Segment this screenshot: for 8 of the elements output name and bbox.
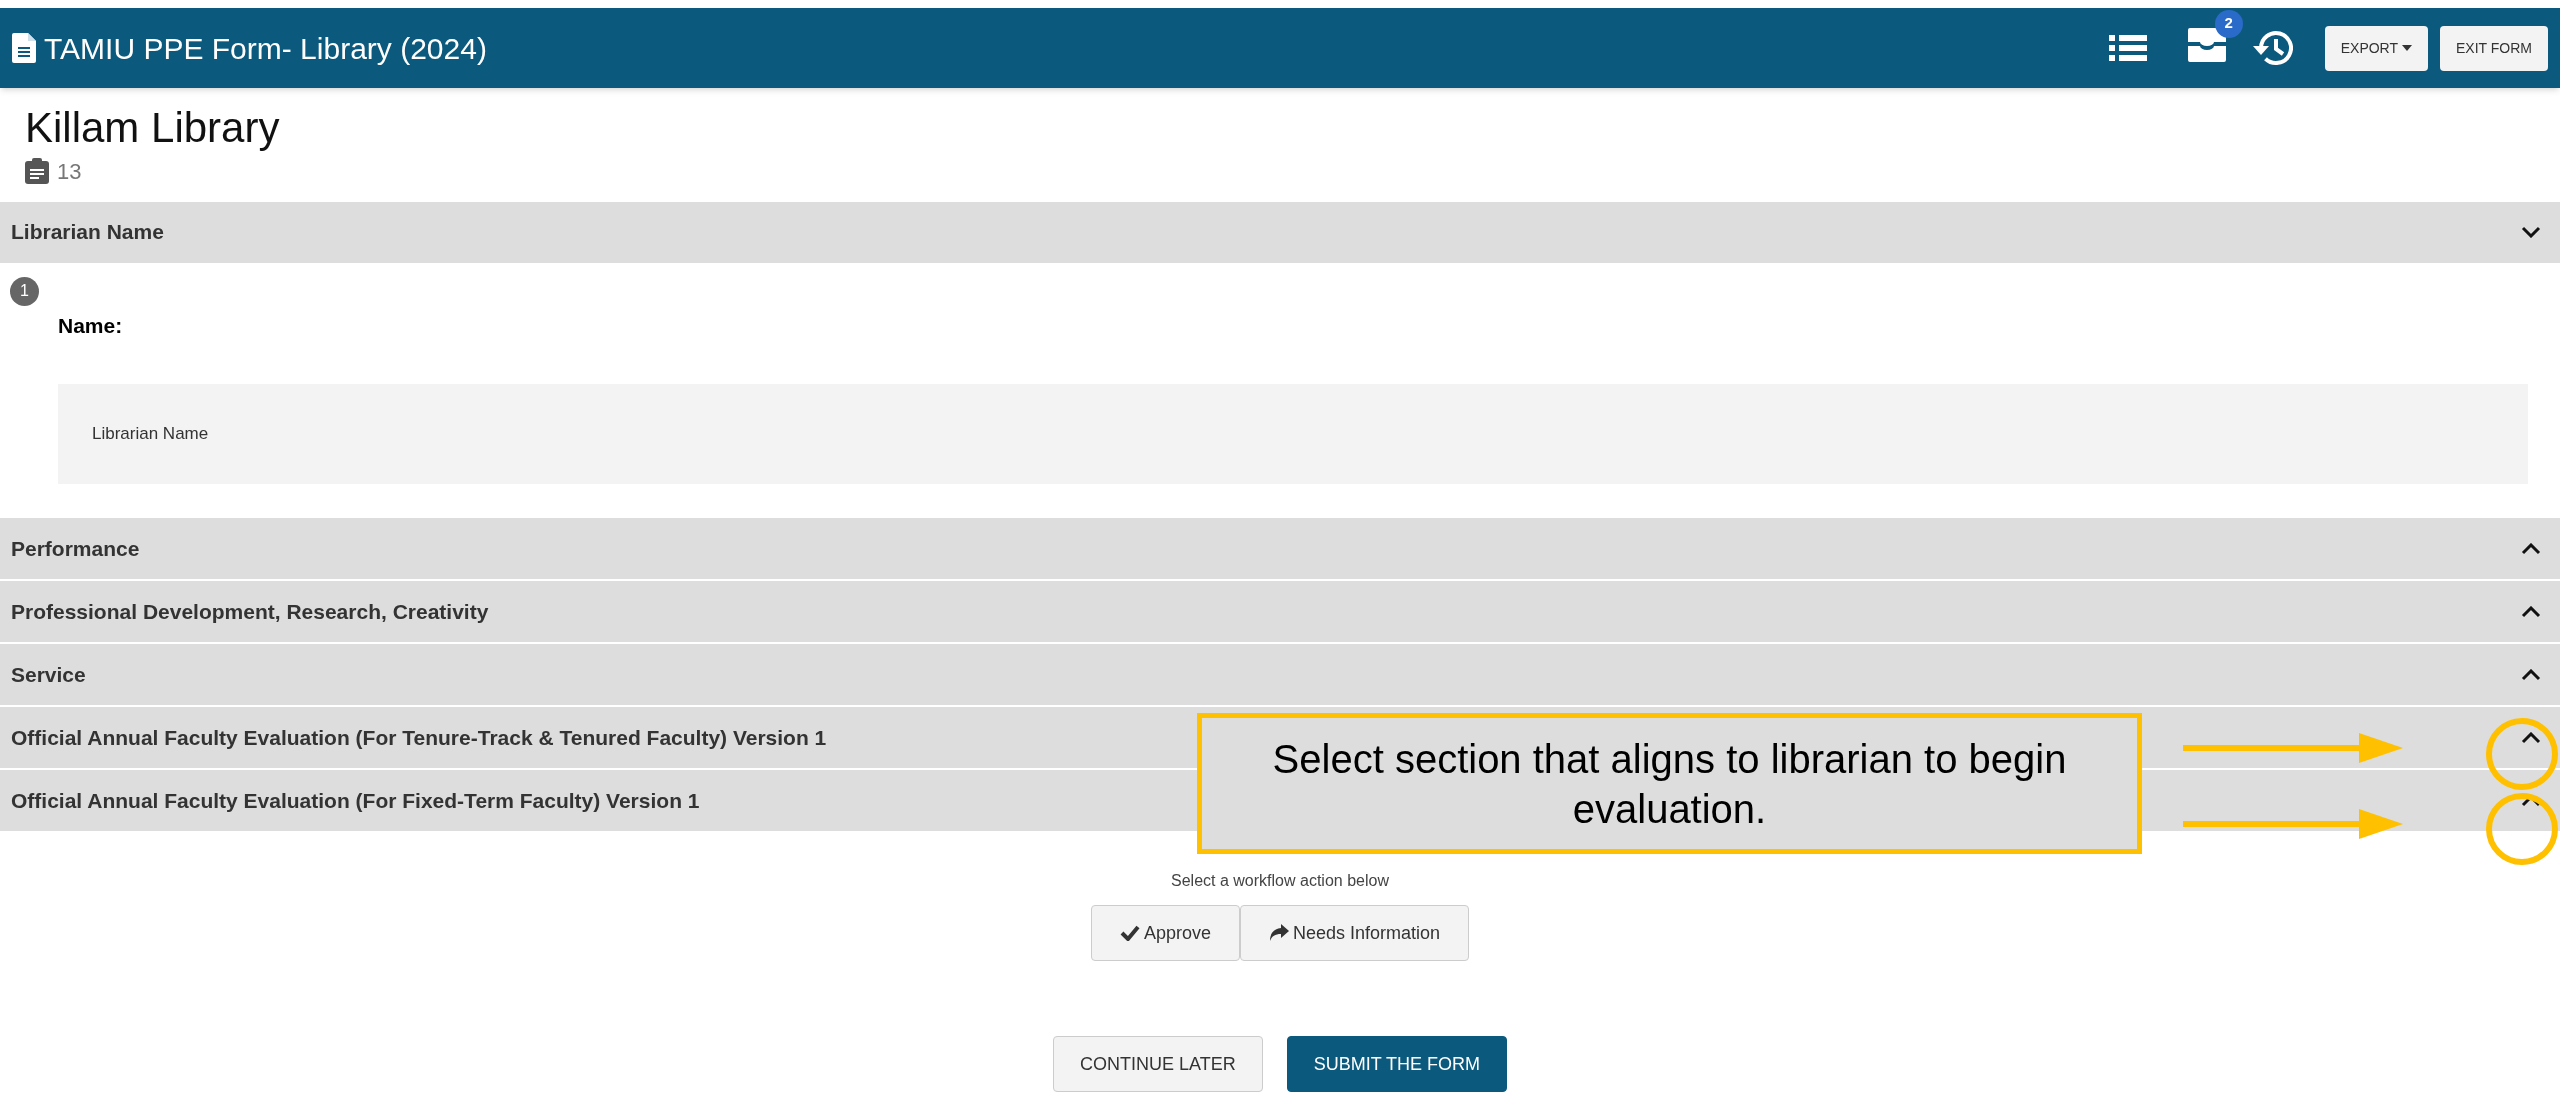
question-label: Name: bbox=[58, 312, 124, 339]
item-count: 13 bbox=[57, 157, 82, 186]
workflow-prompt: Select a workflow action below bbox=[1171, 871, 1389, 891]
annotation-tooltip: Select section that aligns to librarian to begin evaluation. bbox=[1197, 713, 2142, 854]
question-number: 1 bbox=[10, 276, 39, 306]
notification-badge: 2 bbox=[2214, 9, 2243, 38]
form-title: TAMIU PPE Form- Library (2024) bbox=[44, 30, 487, 67]
page-title: Killam Library bbox=[25, 103, 281, 153]
